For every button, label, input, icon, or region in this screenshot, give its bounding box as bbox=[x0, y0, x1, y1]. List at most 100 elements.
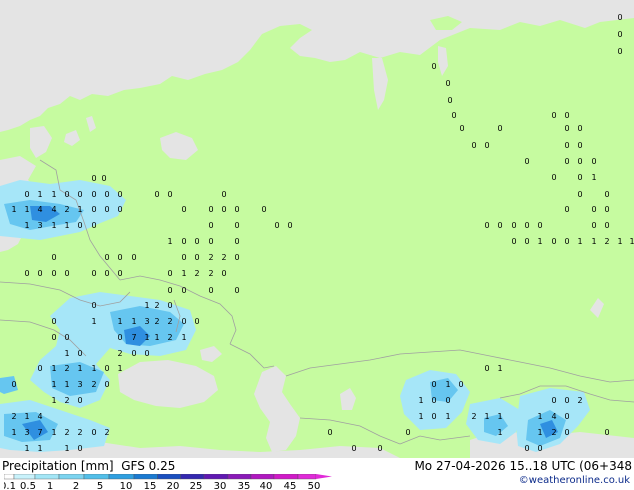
precip-value-label: 0 bbox=[181, 205, 186, 214]
precip-value-label: 1 bbox=[64, 444, 69, 453]
precip-value-label: 0 bbox=[564, 157, 569, 166]
precip-value-label: 1 bbox=[37, 190, 42, 199]
precip-value-label: 1 bbox=[37, 444, 42, 453]
precip-value-label: 0 bbox=[194, 317, 199, 326]
precip-value-label: 0 bbox=[274, 221, 279, 230]
precip-value-label: 0 bbox=[91, 174, 96, 183]
precip-value-label: 0 bbox=[64, 269, 69, 278]
precip-value-label: 0 bbox=[524, 444, 529, 453]
precip-value-label: 0 bbox=[181, 237, 186, 246]
precip-value-label: 1 bbox=[181, 269, 186, 278]
precip-value-label: 2 bbox=[11, 412, 16, 421]
precip-value-label: 0 bbox=[524, 237, 529, 246]
legend-label: 25 bbox=[190, 481, 203, 490]
precip-value-label: 1 bbox=[617, 237, 622, 246]
precip-value-label: 2 bbox=[154, 301, 159, 310]
precip-value-label: 1 bbox=[497, 364, 502, 373]
precip-value-label: 0 bbox=[617, 30, 622, 39]
precip-value-label: 0 bbox=[591, 221, 596, 230]
precip-value-label: 0 bbox=[537, 221, 542, 230]
precip-value-label: 2 bbox=[167, 333, 172, 342]
precip-value-label: 0 bbox=[511, 237, 516, 246]
precip-value-label: 7 bbox=[37, 428, 42, 437]
precip-value-label: 1 bbox=[497, 428, 502, 437]
precip-value-label: 0 bbox=[194, 237, 199, 246]
precip-value-label: 0 bbox=[564, 111, 569, 120]
precip-value-label: 2 bbox=[104, 428, 109, 437]
precip-value-label: 1 bbox=[117, 364, 122, 373]
precip-value-label: 0 bbox=[91, 428, 96, 437]
precip-value-label: 1 bbox=[91, 317, 96, 326]
legend-label: 40 bbox=[260, 481, 273, 490]
legend-label: 0.5 bbox=[20, 481, 36, 490]
precip-value-label: 0 bbox=[208, 205, 213, 214]
precip-value-label: 0 bbox=[234, 237, 239, 246]
precip-value-label: 2 bbox=[64, 364, 69, 373]
precip-value-label: 0 bbox=[564, 396, 569, 405]
legend-label: 50 bbox=[308, 481, 321, 490]
legend-swatch bbox=[203, 474, 229, 480]
precip-value-label: 0 bbox=[617, 13, 622, 22]
model-label: GFS 0.25 bbox=[121, 459, 176, 473]
precip-value-label: 0 bbox=[144, 349, 149, 358]
precip-value-label: 0 bbox=[77, 396, 82, 405]
precip-value-label: 0 bbox=[77, 349, 82, 358]
precip-value-label: 2 bbox=[471, 412, 476, 421]
precip-value-label: 0 bbox=[591, 157, 596, 166]
precip-value-label: 0 bbox=[445, 79, 450, 88]
precip-value-label: 1 bbox=[51, 190, 56, 199]
precip-value-label: 0 bbox=[447, 96, 452, 105]
precip-value-label: 0 bbox=[77, 190, 82, 199]
product-title: Precipitation [mm] GFS 0.25 bbox=[2, 459, 175, 473]
precip-value-label: 0 bbox=[451, 111, 456, 120]
precip-value-label: 0 bbox=[104, 190, 109, 199]
precip-value-label: 3 bbox=[144, 317, 149, 326]
precip-value-label: 0 bbox=[77, 444, 82, 453]
precip-value-label: 0 bbox=[564, 141, 569, 150]
precip-value-label: 0 bbox=[405, 428, 410, 437]
valid-time: Mo 27-04-2026 15..18 UTC (06+348 bbox=[414, 459, 632, 473]
precip-value-label: 0 bbox=[154, 190, 159, 199]
precip-value-label: 1 bbox=[24, 221, 29, 230]
precip-value-label: 0 bbox=[551, 173, 556, 182]
precip-value-label: 1 bbox=[11, 205, 16, 214]
credit-link[interactable]: ©weatheronline.co.uk bbox=[519, 475, 630, 486]
precip-value-label: 1 bbox=[144, 301, 149, 310]
precip-value-label: 0 bbox=[577, 173, 582, 182]
precip-value-label: 0 bbox=[24, 269, 29, 278]
precip-value-label: 0 bbox=[604, 428, 609, 437]
product-label: Precipitation [mm] bbox=[2, 459, 114, 473]
precip-value-label: 0 bbox=[37, 364, 42, 373]
precip-value-label: 0 bbox=[577, 141, 582, 150]
precip-value-label: 0 bbox=[551, 396, 556, 405]
precip-value-label: 1 bbox=[24, 205, 29, 214]
precip-value-label: 0 bbox=[445, 396, 450, 405]
precip-value-label: 1 bbox=[51, 380, 56, 389]
precip-value-label: 1 bbox=[77, 364, 82, 373]
precip-value-label: 0 bbox=[51, 269, 56, 278]
precip-value-label: 0 bbox=[261, 205, 266, 214]
precip-value-label: 1 bbox=[418, 412, 423, 421]
precip-value-label: 4 bbox=[37, 205, 42, 214]
precip-value-label: 1 bbox=[144, 333, 149, 342]
legend-label: 30 bbox=[214, 481, 227, 490]
legend-swatch bbox=[157, 474, 181, 480]
precip-value-label: 0 bbox=[208, 286, 213, 295]
precip-value-label: 0 bbox=[577, 157, 582, 166]
precip-value-label: 4 bbox=[551, 412, 556, 421]
precip-value-label: 0 bbox=[194, 253, 199, 262]
precip-value-label: 2 bbox=[64, 396, 69, 405]
precip-value-label: 7 bbox=[131, 333, 136, 342]
precip-value-label: 0 bbox=[484, 364, 489, 373]
precip-value-label: 0 bbox=[77, 221, 82, 230]
precip-value-label: 1 bbox=[11, 428, 16, 437]
precip-value-label: 0 bbox=[104, 364, 109, 373]
precip-value-label: 0 bbox=[104, 205, 109, 214]
precip-value-label: 2 bbox=[577, 396, 582, 405]
legend-label: 15 bbox=[144, 481, 157, 490]
precip-value-label: 0 bbox=[484, 141, 489, 150]
precip-value-label: 1 bbox=[167, 237, 172, 246]
precip-value-label: 3 bbox=[24, 428, 29, 437]
precip-value-label: 0 bbox=[104, 380, 109, 389]
precip-value-label: 0 bbox=[564, 237, 569, 246]
